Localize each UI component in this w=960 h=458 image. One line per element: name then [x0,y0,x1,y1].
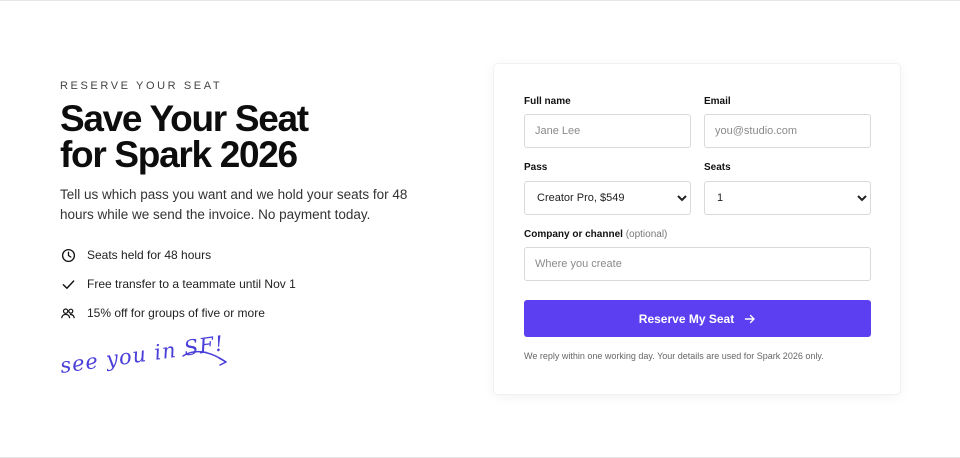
reserve-seat-button-label: Reserve My Seat [638,311,735,326]
arrow-right-icon [744,313,756,325]
top-divider [0,0,960,1]
clock-icon [60,247,76,263]
hero-section: RESERVE YOUR SEAT Save Your Seat for Spa… [60,80,440,224]
scribble-arrow-icon [182,350,227,366]
hero-description: Tell us which pass you want and we hold … [60,187,408,222]
page-title-line-1: Save Your Seat [60,98,309,139]
handwritten-note: see you in SF! [58,331,233,388]
check-icon [60,276,76,292]
pass-select[interactable]: Creator Pro, $549 [524,181,691,215]
page-title: Save Your Seat for Spark 2026 [60,98,440,175]
privacy-note: We reply within one working day. Your de… [524,351,824,361]
perks-list: Seats held for 48 hours Free transfer to… [60,246,296,333]
company-label-text: Company or channel [524,229,623,240]
seats-label: Seats [704,162,731,173]
perk-text: Seats held for 48 hours [87,248,212,262]
optional-hint: (optional) [625,229,668,240]
company-input[interactable] [524,247,871,281]
perk-text: 15% off for groups of five or more [87,306,265,320]
company-label: Company or channel (optional) [524,229,667,240]
group-icon [60,305,76,321]
page-title-line-2: for Spark 2026 [60,134,298,175]
full-name-input[interactable] [524,114,691,148]
eyebrow-label: RESERVE YOUR SEAT [60,80,223,92]
seats-select[interactable]: 1 [704,181,871,215]
email-input[interactable] [704,114,871,148]
reservation-form: Full name Email Pass Creator Pro, $549 S… [494,64,900,394]
perk-item: 15% off for groups of five or more [60,304,296,322]
perk-text: Free transfer to a teammate until Nov 1 [87,277,296,291]
full-name-label: Full name [524,96,571,107]
reserve-seat-button[interactable]: Reserve My Seat [524,300,871,337]
email-label: Email [704,96,731,107]
perk-item: Free transfer to a teammate until Nov 1 [60,275,296,293]
perk-item: Seats held for 48 hours [60,246,296,264]
pass-label: Pass [524,162,548,173]
